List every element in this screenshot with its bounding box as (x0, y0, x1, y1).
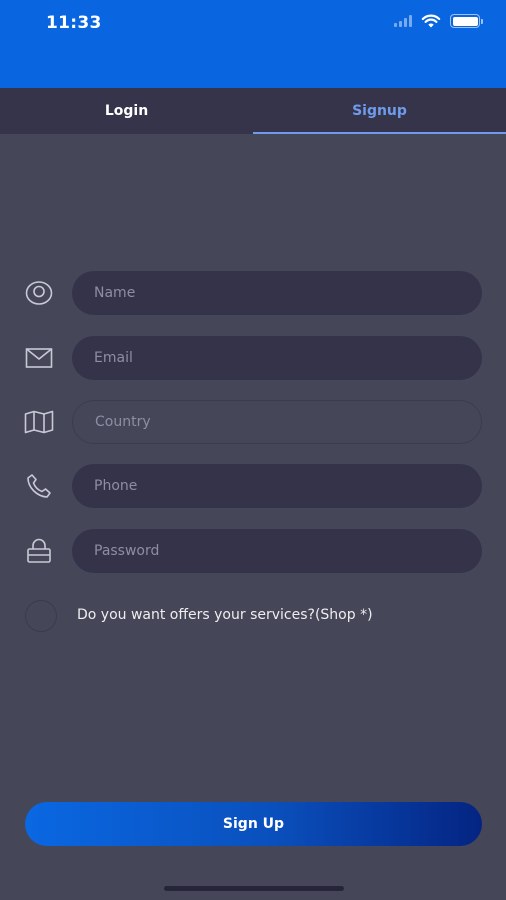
tab-signup[interactable]: Signup (253, 88, 506, 134)
password-row (0, 529, 506, 573)
sign-up-button[interactable]: Sign Up (25, 802, 482, 846)
tab-login[interactable]: Login (0, 88, 253, 134)
name-field[interactable] (72, 271, 482, 315)
status-bar: 11:33 (0, 0, 506, 88)
battery-icon (450, 14, 483, 28)
map-icon (23, 409, 55, 435)
status-icons (394, 14, 483, 28)
password-field[interactable] (72, 529, 482, 573)
mail-icon (23, 345, 55, 371)
phone-row (0, 464, 506, 508)
country-field[interactable] (72, 400, 482, 444)
user-circle-icon (23, 280, 55, 306)
shop-option-label[interactable]: Do you want offers your services?(Shop *… (77, 607, 373, 623)
auth-tabbar: Login Signup (0, 88, 506, 134)
shop-option-row: Do you want offers your services?(Shop *… (0, 598, 506, 632)
country-row (0, 400, 506, 444)
shop-option-checkbox[interactable] (25, 600, 57, 632)
lock-icon (23, 538, 55, 564)
status-time: 11:33 (46, 13, 102, 33)
email-row (0, 336, 506, 380)
wifi-icon (421, 14, 441, 28)
signal-icon (394, 15, 412, 27)
phone-icon (23, 473, 55, 499)
email-field[interactable] (72, 336, 482, 380)
phone-field[interactable] (72, 464, 482, 508)
home-indicator (164, 886, 344, 891)
name-row (0, 271, 506, 315)
